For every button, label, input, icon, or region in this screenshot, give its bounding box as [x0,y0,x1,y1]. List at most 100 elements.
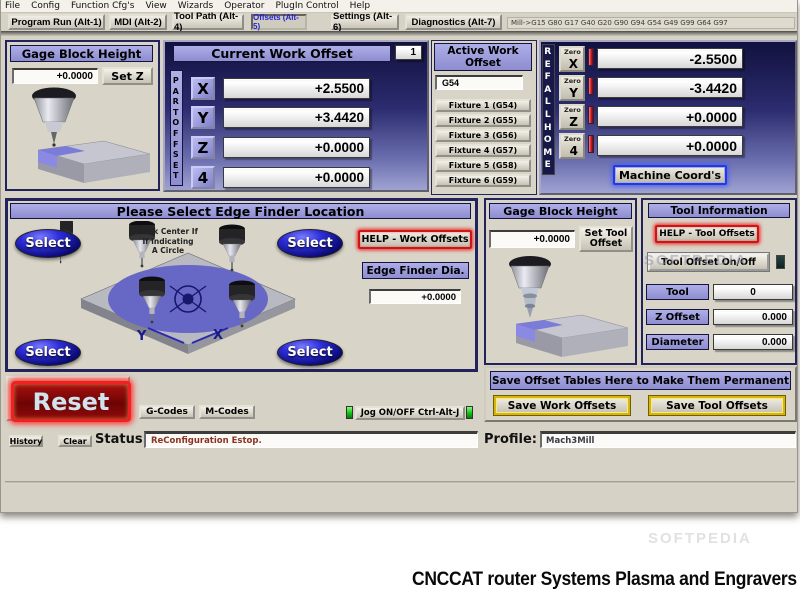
menu-wizards[interactable]: Wizards [178,1,213,11]
gage-block-right-panel: Gage Block Height +0.0000 Set Tool Offse… [484,198,637,365]
machine-z-value[interactable]: +0.0000 [597,106,743,127]
fixture-4-button[interactable]: Fixture 4 (G57) [435,144,531,157]
set-tool-offset-button[interactable]: Set Tool Offset [579,226,633,252]
fixture-5-button[interactable]: Fixture 5 (G58) [435,159,531,172]
fixture-3-button[interactable]: Fixture 3 (G56) [435,129,531,142]
save-tool-offsets-button[interactable]: Save Tool Offsets [649,396,785,415]
tab-mdi[interactable]: MDI (Alt-2) [109,14,167,30]
led-tool-offset-icon [776,255,785,269]
zero-4-axis-label: 4 [570,144,578,158]
menu-function-cfgs[interactable]: Function Cfg's [71,1,134,11]
menu-bar: File Config Function Cfg's View Wizards … [1,0,797,13]
menu-view[interactable]: View [145,1,166,11]
zero-x-button[interactable]: ZeroX [559,46,585,72]
led-4-red-icon [588,135,594,153]
gage-block-left-illustration [10,86,156,188]
caption-text: CNCCAT router Systems Plasma and Engrave… [412,567,797,591]
menu-plugin-control[interactable]: PlugIn Control [275,1,338,11]
m-codes-button[interactable]: M-Codes [199,405,255,419]
tab-settings[interactable]: Settings (Alt-6) [331,14,399,30]
edge-finder-hint: Click Center If If Indicating A Circle [126,227,210,256]
part-offset-x-button[interactable]: X [191,77,215,100]
zero-y-small-label: Zero [564,77,581,85]
watermark-text-bottom: SOFTPEDIA [648,530,752,547]
tool-information-title: Tool Information [648,203,790,218]
tab-program-run[interactable]: Program Run (Alt-1) [8,14,105,30]
select-top-right-button[interactable]: Select [277,229,343,258]
z-offset-value[interactable]: 0.000 [713,309,793,325]
led-z-red-icon [588,106,594,124]
part-offset-side-label: PART OFFSET [170,70,183,186]
select-bottom-right-button[interactable]: Select [277,339,343,366]
zero-z-button[interactable]: ZeroZ [559,104,585,130]
select-top-left-button[interactable]: Select [15,229,81,258]
jog-on-off-button[interactable]: Jog ON/OFF Ctrl-Alt-J [355,406,465,420]
edge-finder-dia-label: Edge Finder Dia. [362,262,469,279]
led-jog-left-icon [346,406,353,419]
save-offsets-panel: Save Offset Tables Here to Make Them Per… [484,366,797,422]
part-offset-z-button[interactable]: Z [191,136,215,159]
fixture-2-button[interactable]: Fixture 2 (G55) [435,114,531,127]
tool-row-label: Tool [646,284,709,300]
edge-finder-panel: Please Select Edge Finder Location [5,198,478,372]
zero-y-axis-label: Y [569,86,578,100]
zero-x-small-label: Zero [564,48,581,56]
menu-operator[interactable]: Operator [224,1,264,11]
part-offset-y-value[interactable]: +3.4420 [223,107,370,128]
clear-button[interactable]: Clear [58,435,92,447]
profile-value: Mach3Mill [540,431,796,448]
gage-block-left-value[interactable]: +0.0000 [12,68,98,84]
help-tool-offsets-button[interactable]: HELP - Tool Offsets [655,225,759,243]
tab-offsets[interactable]: Offsets (Alt-5) [251,14,307,30]
ref-all-home-button[interactable]: REF ALL HOME [542,44,555,175]
active-work-offset-title: Active Work Offset [434,43,532,71]
help-work-offsets-button[interactable]: HELP - Work Offsets [358,230,472,249]
window-bottom-bevel [5,481,795,484]
status-label: Status: [95,432,148,447]
axis-y-label: Y [137,329,146,344]
part-offset-z-value[interactable]: +0.0000 [223,137,370,158]
gcode-modal-status: Mill->G15 G80 G17 G40 G20 G90 G94 G54 G4… [507,17,795,29]
profile-label: Profile: [484,432,537,447]
diameter-row-label: Diameter [646,334,709,350]
history-button[interactable]: History [9,435,43,447]
led-y-red-icon [588,77,594,95]
machine-y-value[interactable]: -3.4420 [597,77,743,98]
mach3-window: File Config Function Cfg's View Wizards … [0,0,798,513]
current-work-offset-panel: Current Work Offset 1 PART OFFSET X +2.5… [163,40,429,192]
part-offset-4-button[interactable]: 4 [191,166,215,189]
set-z-button[interactable]: Set Z [102,67,153,85]
fixture-1-button[interactable]: Fixture 1 (G54) [435,99,531,112]
fixture-6-button[interactable]: Fixture 6 (G59) [435,174,531,187]
menu-help[interactable]: Help [350,1,371,11]
save-work-offsets-button[interactable]: Save Work Offsets [494,396,630,415]
machine-coords-button[interactable]: Machine Coord's [613,165,727,185]
gage-block-right-value[interactable]: +0.0000 [489,230,575,248]
edge-finder-dia-value[interactable]: +0.0000 [369,289,461,304]
part-offset-y-button[interactable]: Y [191,106,215,129]
machine-x-value[interactable]: -2.5500 [597,48,743,69]
zero-4-button[interactable]: Zero4 [559,133,585,159]
zero-y-button[interactable]: ZeroY [559,75,585,101]
select-bottom-left-button[interactable]: Select [15,339,81,366]
tab-diagnostics[interactable]: Diagnostics (Alt-7) [405,14,502,30]
part-offset-x-value[interactable]: +2.5500 [223,78,370,99]
led-x-red-icon [588,48,594,66]
hint-line-1: Click Center If [126,227,210,237]
hint-line-2: If Indicating [126,237,210,247]
work-offset-number[interactable]: 1 [395,45,422,60]
part-offset-4-value[interactable]: +0.0000 [223,167,370,188]
menu-file[interactable]: File [5,1,20,11]
tab-tool-path[interactable]: Tool Path (Alt-4) [172,14,244,30]
reset-button[interactable]: Reset [11,381,131,422]
tool-number-value[interactable]: 0 [713,284,793,300]
zero-4-small-label: Zero [564,135,581,143]
g-codes-button[interactable]: G-Codes [139,405,195,419]
current-work-offset-title: Current Work Offset [173,45,391,62]
active-work-offset-panel: Active Work Offset G54 Fixture 1 (G54) F… [431,40,537,195]
hint-line-3: A Circle [126,246,210,256]
diameter-value[interactable]: 0.000 [713,334,793,350]
machine-4-value[interactable]: +0.0000 [597,135,743,156]
menu-config[interactable]: Config [31,1,60,11]
reset-frame: Reset [6,376,130,421]
